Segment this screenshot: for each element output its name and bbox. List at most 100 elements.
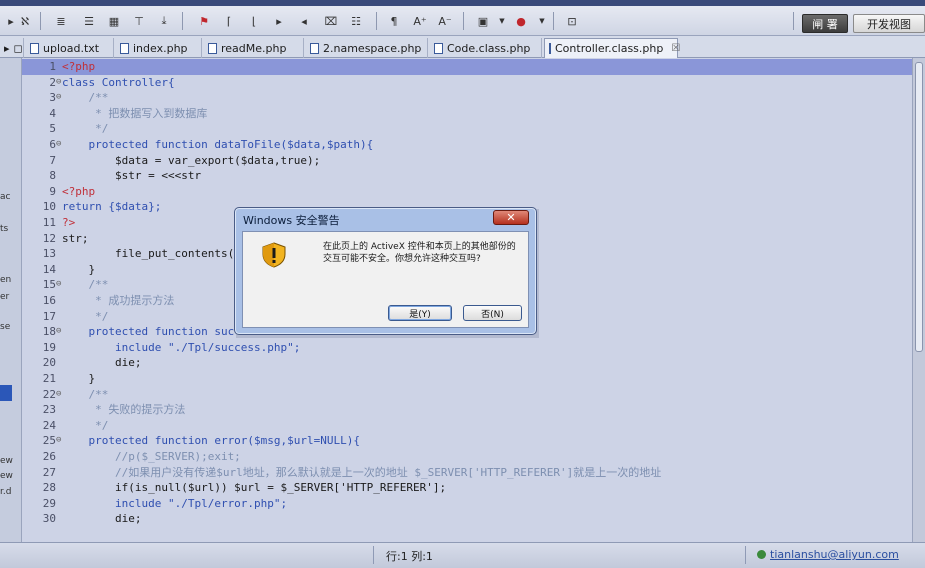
code-text: class Controller{ xyxy=(62,75,175,89)
left-panel-selection[interactable] xyxy=(0,385,12,401)
outdent-icon[interactable]: ☰ xyxy=(78,10,100,32)
clear-bookmarks-icon[interactable]: ⌧ xyxy=(320,10,342,32)
code-line[interactable]: 2 ⊖ class Controller{ xyxy=(22,75,912,91)
fold-toggle-icon[interactable]: ⊖ xyxy=(56,387,61,403)
bookmark-next-icon[interactable]: ⌊ xyxy=(243,10,265,32)
code-line[interactable]: 7 $data = var_export($data,true); xyxy=(22,153,912,169)
user-account-link[interactable]: tianlanshu@aliyun.com xyxy=(757,548,899,561)
fold-toggle-icon[interactable]: ⊖ xyxy=(56,324,61,340)
tab-upload[interactable]: upload.txt xyxy=(26,38,114,58)
fold-toggle-icon[interactable]: ⊖ xyxy=(56,137,61,153)
fold-toggle-icon[interactable]: ⊖ xyxy=(56,277,61,293)
yes-button[interactable]: 是(Y) xyxy=(388,305,452,321)
toolbar-separator xyxy=(463,12,464,30)
user-email: tianlanshu@aliyun.com xyxy=(770,548,899,561)
bookmark-icon[interactable]: ⚑ xyxy=(193,10,215,32)
line-number: 13 xyxy=(42,247,56,261)
no-button[interactable]: 否(N) xyxy=(463,305,522,321)
status-bar: 行:1 列:1 tianlanshu@aliyun.com xyxy=(0,542,925,568)
code-line[interactable]: 21 } xyxy=(22,371,912,387)
code-line[interactable]: 24 */ xyxy=(22,418,912,434)
tab-readme[interactable]: readMe.php xyxy=(204,38,304,58)
code-text: protected function suc xyxy=(62,325,235,339)
tab-scroll-left[interactable]: ▸ ◻ xyxy=(0,38,24,58)
fold-toggle-icon[interactable]: ⊖ xyxy=(56,75,61,91)
file-icon xyxy=(310,42,319,54)
fold-toggle-icon[interactable]: ⊖ xyxy=(56,433,61,449)
code-line[interactable]: 27 //如果用户没有传递$url地址，那么默认就是上一次的地址 $_SERVE… xyxy=(22,465,912,481)
code-line[interactable]: 25 ⊖ protected function error($msg,$url=N… xyxy=(22,433,912,449)
pilcrow-icon[interactable]: ¶ xyxy=(383,10,405,32)
code-line[interactable]: 22 ⊖ /** xyxy=(22,387,912,403)
bug-icon[interactable]: ● xyxy=(510,10,532,32)
code-text: } xyxy=(62,372,96,385)
goto-prev-icon[interactable]: ◂ xyxy=(293,10,315,32)
tab-label: index.php xyxy=(133,41,188,55)
left-panel-label: ts xyxy=(0,224,9,234)
line-number: 29 xyxy=(42,496,56,510)
code-line[interactable]: 8 $str = <<<str xyxy=(22,168,912,184)
line-number: 27 xyxy=(42,465,56,479)
line-number: 18 xyxy=(42,325,56,339)
code-line[interactable]: 26 //p($_SERVER);exit; xyxy=(22,449,912,465)
tab-code-class[interactable]: Code.class.php xyxy=(430,38,542,58)
dialog-close-button[interactable]: ✕ xyxy=(493,210,529,225)
indent-icon[interactable]: ≣ xyxy=(50,10,72,32)
dialog-message: 在此页上的 ActiveX 控件和本页上的其他部份的交互可能不安全。你想允许这种… xyxy=(323,242,516,264)
chevron-down-icon[interactable]: ▼ xyxy=(531,10,553,32)
left-panel-label: en xyxy=(0,275,12,285)
file-icon xyxy=(434,42,443,54)
editor-tabs: ▸ ◻ upload.txt index.php readMe.php 2.na… xyxy=(0,36,925,58)
left-panel-label: se xyxy=(0,322,11,332)
goto-next-icon[interactable]: ▸ xyxy=(268,10,290,32)
format-icon[interactable]: ⊤ xyxy=(128,10,150,32)
regex-icon[interactable]: ℵ xyxy=(14,10,36,32)
user-icon xyxy=(757,550,766,559)
tab-label: Code.class.php xyxy=(447,41,531,55)
left-panel-label: er xyxy=(0,292,10,302)
line-number: 17 xyxy=(42,309,56,323)
scrollbar-thumb[interactable] xyxy=(915,62,923,352)
fold-toggle-icon[interactable]: ⊖ xyxy=(56,90,61,106)
tab-controller-class[interactable]: Controller.class.php ☒ xyxy=(544,38,680,58)
dev-view-button[interactable]: 开发视图 xyxy=(853,14,925,33)
code-line[interactable]: 30 die; xyxy=(22,511,912,527)
code-line[interactable]: 6 ⊖ protected function dataToFile($data,$… xyxy=(22,137,912,153)
code-line[interactable]: 23 * 失败的提示方法 xyxy=(22,402,912,418)
code-line[interactable]: 3 ⊖ /** xyxy=(22,90,912,106)
code-line[interactable]: 9 <?php xyxy=(22,184,912,200)
vertical-scrollbar[interactable] xyxy=(912,58,925,542)
tab-namespace[interactable]: 2.namespace.php xyxy=(306,38,428,58)
panel-icon[interactable]: ⊡ xyxy=(561,10,583,32)
code-line[interactable]: 28 if(is_null($url)) $url = $_SERVER['HT… xyxy=(22,480,912,496)
line-number: 28 xyxy=(42,481,56,495)
list-bookmarks-icon[interactable]: ☷ xyxy=(345,10,367,32)
code-text: */ xyxy=(62,418,109,432)
font-increase-icon[interactable]: A⁺ xyxy=(409,10,431,32)
code-text: } xyxy=(62,262,96,276)
left-panel-label: r.d xyxy=(0,487,12,497)
code-text: /** xyxy=(62,91,109,105)
font-decrease-icon[interactable]: A⁻ xyxy=(434,10,456,32)
download-icon[interactable]: ⤓ xyxy=(153,10,175,32)
cursor-position: 行:1 列:1 xyxy=(386,550,433,563)
code-line[interactable]: 20 die; xyxy=(22,355,912,371)
table-icon[interactable]: ▦ xyxy=(103,10,125,32)
tab-index[interactable]: index.php xyxy=(116,38,202,58)
code-line[interactable]: 19 include "./Tpl/success.php"; xyxy=(22,340,912,356)
left-panel: ac ts en er se ew ew r.d xyxy=(0,58,22,542)
code-text: die; xyxy=(62,512,142,526)
code-line[interactable]: 5 */ xyxy=(22,121,912,137)
code-line[interactable]: 4 * 把数据写入到数据库 xyxy=(22,106,912,122)
line-number: 12 xyxy=(42,231,56,245)
line-number: 22 xyxy=(42,387,56,401)
line-number: 19 xyxy=(42,340,56,354)
code-line[interactable]: 1 <?php xyxy=(22,59,912,75)
close-icon[interactable]: ☒ xyxy=(671,43,680,54)
code-line[interactable]: 29 include "./Tpl/error.php"; xyxy=(22,496,912,512)
line-number: 23 xyxy=(42,403,56,417)
bookmark-prev-icon[interactable]: ⌈ xyxy=(218,10,240,32)
mode-button-dark[interactable]: 闸 署 xyxy=(802,14,848,33)
dialog-title: Windows 安全警告 xyxy=(243,214,340,227)
code-text: */ xyxy=(62,309,109,323)
